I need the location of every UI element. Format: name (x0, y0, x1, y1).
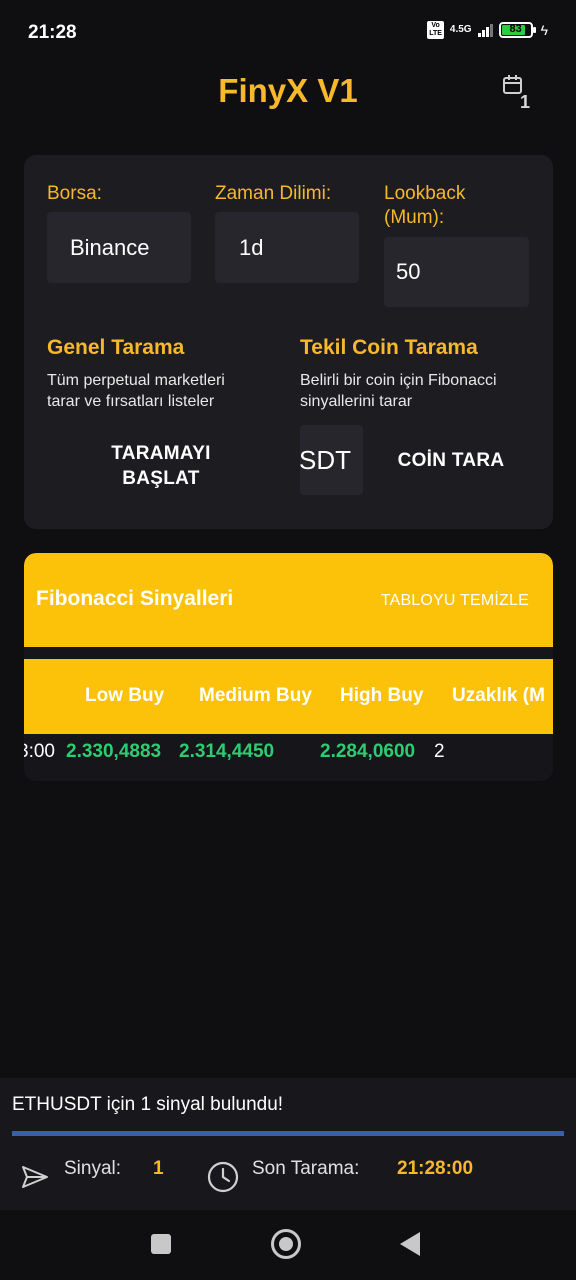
cell-distance: 2 (434, 741, 445, 762)
column-header-medium-buy: Medium Buy (199, 685, 312, 706)
general-scan-title: Genel Tarama (47, 336, 185, 359)
cell-high-buy: 2.284,0600 (320, 741, 416, 762)
home-button[interactable] (271, 1229, 301, 1259)
calendar-count: 1 (520, 92, 531, 112)
exchange-label: Borsa: (47, 183, 102, 204)
cell-low-buy: 2.330,4883 (66, 741, 162, 762)
cell-medium-buy: 2.314,4450 (179, 741, 275, 762)
status-time: 21:28 (28, 22, 77, 43)
signals-title: Fibonacci Sinyalleri (36, 587, 234, 610)
coin-input[interactable]: ETHUSDT (300, 425, 363, 495)
scan-progress-bar (12, 1131, 564, 1136)
status-bar: 21:28 Vo LTE 4.5G 83 ϟ (0, 0, 576, 64)
network-type: 4.5G (449, 24, 472, 35)
recents-button[interactable] (151, 1234, 171, 1254)
exchange-select[interactable]: Binance (47, 212, 191, 283)
battery-level: 83 (509, 23, 522, 35)
lookback-label: Lookback (Mum): (384, 183, 466, 228)
battery-icon: 83 (498, 22, 536, 38)
signal-icon (477, 23, 493, 37)
send-icon (22, 1166, 48, 1188)
timeframe-select[interactable]: 1d (215, 212, 359, 283)
cell-time: 3:00 (24, 741, 55, 762)
single-scan-title: Tekil Coin Tarama (300, 336, 478, 359)
scan-settings-card: Borsa: Binance Zaman Dilimi: 1d Lookback… (24, 155, 553, 529)
calendar-button[interactable]: 1 (498, 70, 542, 114)
signal-count-label: Sinyal: (64, 1158, 122, 1179)
column-header-distance: Uzaklık (M (452, 685, 545, 706)
general-scan-description: Tüm perpetual marketleri tarar ve fırsat… (47, 372, 225, 410)
start-scan-button[interactable]: TARAMAYI BAŞLAT (81, 441, 241, 491)
last-scan-label: Son Tarama: (252, 1158, 360, 1179)
charging-icon: ϟ (540, 22, 548, 38)
status-icons: Vo LTE 4.5G 83 ϟ (427, 21, 548, 39)
scan-progress-fill (12, 1131, 564, 1136)
app-screen: 21:28 Vo LTE 4.5G 83 ϟ FinyX V1 1 Borsa: … (0, 0, 576, 1280)
clock-icon (207, 1161, 239, 1193)
status-message: ETHUSDT için 1 sinyal bulundu! (12, 1094, 284, 1115)
timeframe-label: Zaman Dilimi: (215, 183, 332, 204)
signal-count: 1 (153, 1158, 164, 1179)
column-header-low-buy: Low Buy (85, 685, 165, 706)
table-header-row[interactable]: Low Buy Medium Buy High Buy Uzaklık (M (24, 659, 553, 734)
clear-table-button[interactable]: TABLOYU TEMİZLE (381, 592, 529, 610)
system-nav-bar (0, 1210, 576, 1280)
back-button[interactable] (400, 1232, 420, 1256)
signals-panel-header: Fibonacci Sinyalleri TABLOYU TEMİZLE (24, 553, 553, 647)
volte-icon: Vo LTE (427, 21, 444, 39)
coin-scan-button[interactable]: COİN TARA (386, 448, 516, 473)
scan-status-panel: ETHUSDT için 1 sinyal bulundu! Sinyal: 1… (0, 1078, 576, 1210)
single-scan-description: Belirli bir coin için Fibonacci sinyalle… (300, 372, 497, 410)
app-title: FinyX V1 (218, 72, 358, 109)
signals-panel: Fibonacci Sinyalleri TABLOYU TEMİZLE Low… (24, 553, 553, 781)
last-scan-time: 21:28:00 (397, 1158, 474, 1179)
column-header-high-buy: High Buy (340, 685, 424, 706)
lookback-input[interactable]: 50 (384, 237, 529, 307)
